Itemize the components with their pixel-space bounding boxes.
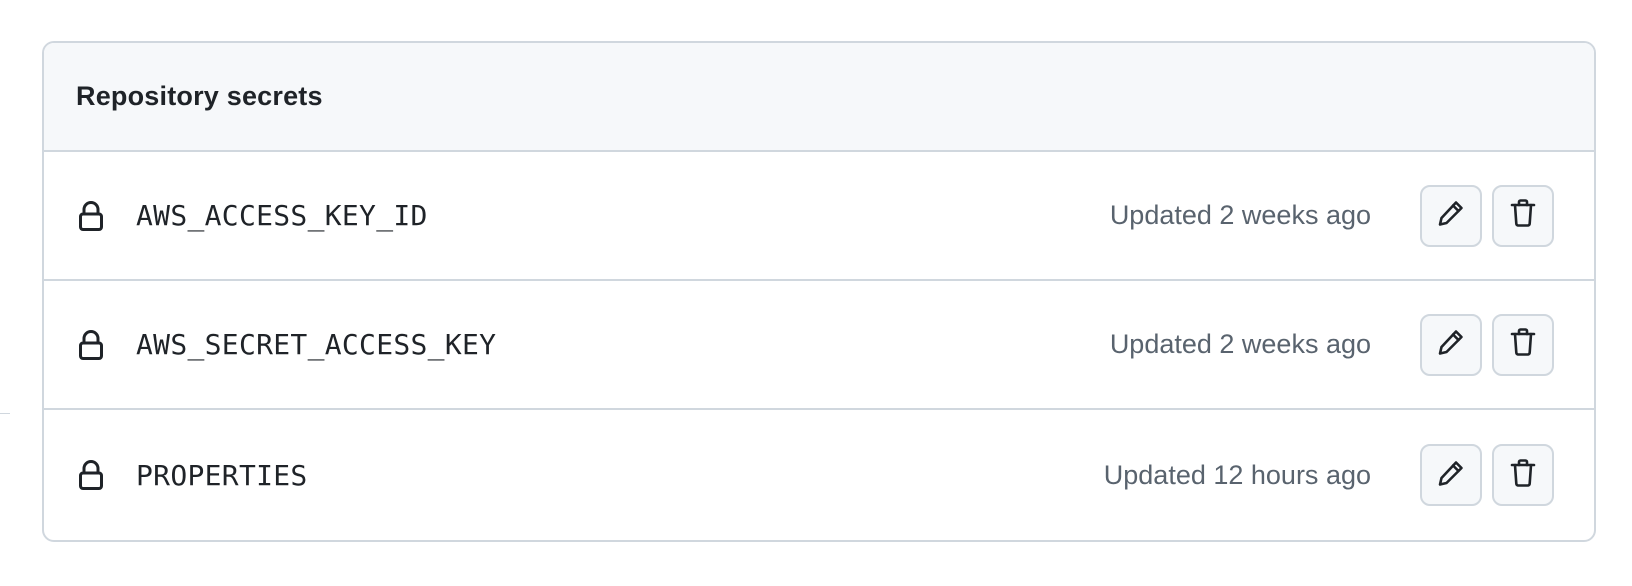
delete-secret-button[interactable] <box>1492 313 1554 376</box>
lock-icon <box>78 459 104 491</box>
pencil-icon <box>1437 459 1465 492</box>
secret-updated-time: Updated 12 hours ago <box>1103 459 1371 490</box>
secret-row: AWS_ACCESS_KEY_ID Updated 2 weeks ago <box>44 152 1594 281</box>
secret-name: PROPERTIES <box>136 458 308 492</box>
secret-updated-time: Updated 2 weeks ago <box>1109 329 1371 359</box>
trash-icon <box>1510 198 1536 233</box>
secret-row: PROPERTIES Updated 12 hours ago <box>44 410 1594 540</box>
delete-secret-button[interactable] <box>1492 184 1554 247</box>
lock-icon <box>78 200 104 232</box>
secret-name: AWS_ACCESS_KEY_ID <box>136 199 428 232</box>
divider <box>0 413 10 414</box>
trash-icon <box>1510 458 1536 493</box>
edit-secret-button[interactable] <box>1420 313 1482 376</box>
secret-row: AWS_SECRET_ACCESS_KEY Updated 2 weeks ag… <box>44 281 1594 410</box>
repository-secrets-box: Repository secrets AWS_ACCESS_KEY_ID Upd… <box>42 41 1596 542</box>
box-header: Repository secrets <box>44 43 1594 152</box>
box-title: Repository secrets <box>76 81 323 111</box>
pencil-icon <box>1437 199 1465 232</box>
edit-secret-button[interactable] <box>1420 444 1482 506</box>
trash-icon <box>1510 327 1536 362</box>
edit-secret-button[interactable] <box>1420 184 1482 247</box>
secret-updated-time: Updated 2 weeks ago <box>1109 200 1371 230</box>
delete-secret-button[interactable] <box>1492 444 1554 506</box>
pencil-icon <box>1437 328 1465 361</box>
lock-icon <box>78 329 104 361</box>
secret-name: AWS_SECRET_ACCESS_KEY <box>136 328 497 361</box>
